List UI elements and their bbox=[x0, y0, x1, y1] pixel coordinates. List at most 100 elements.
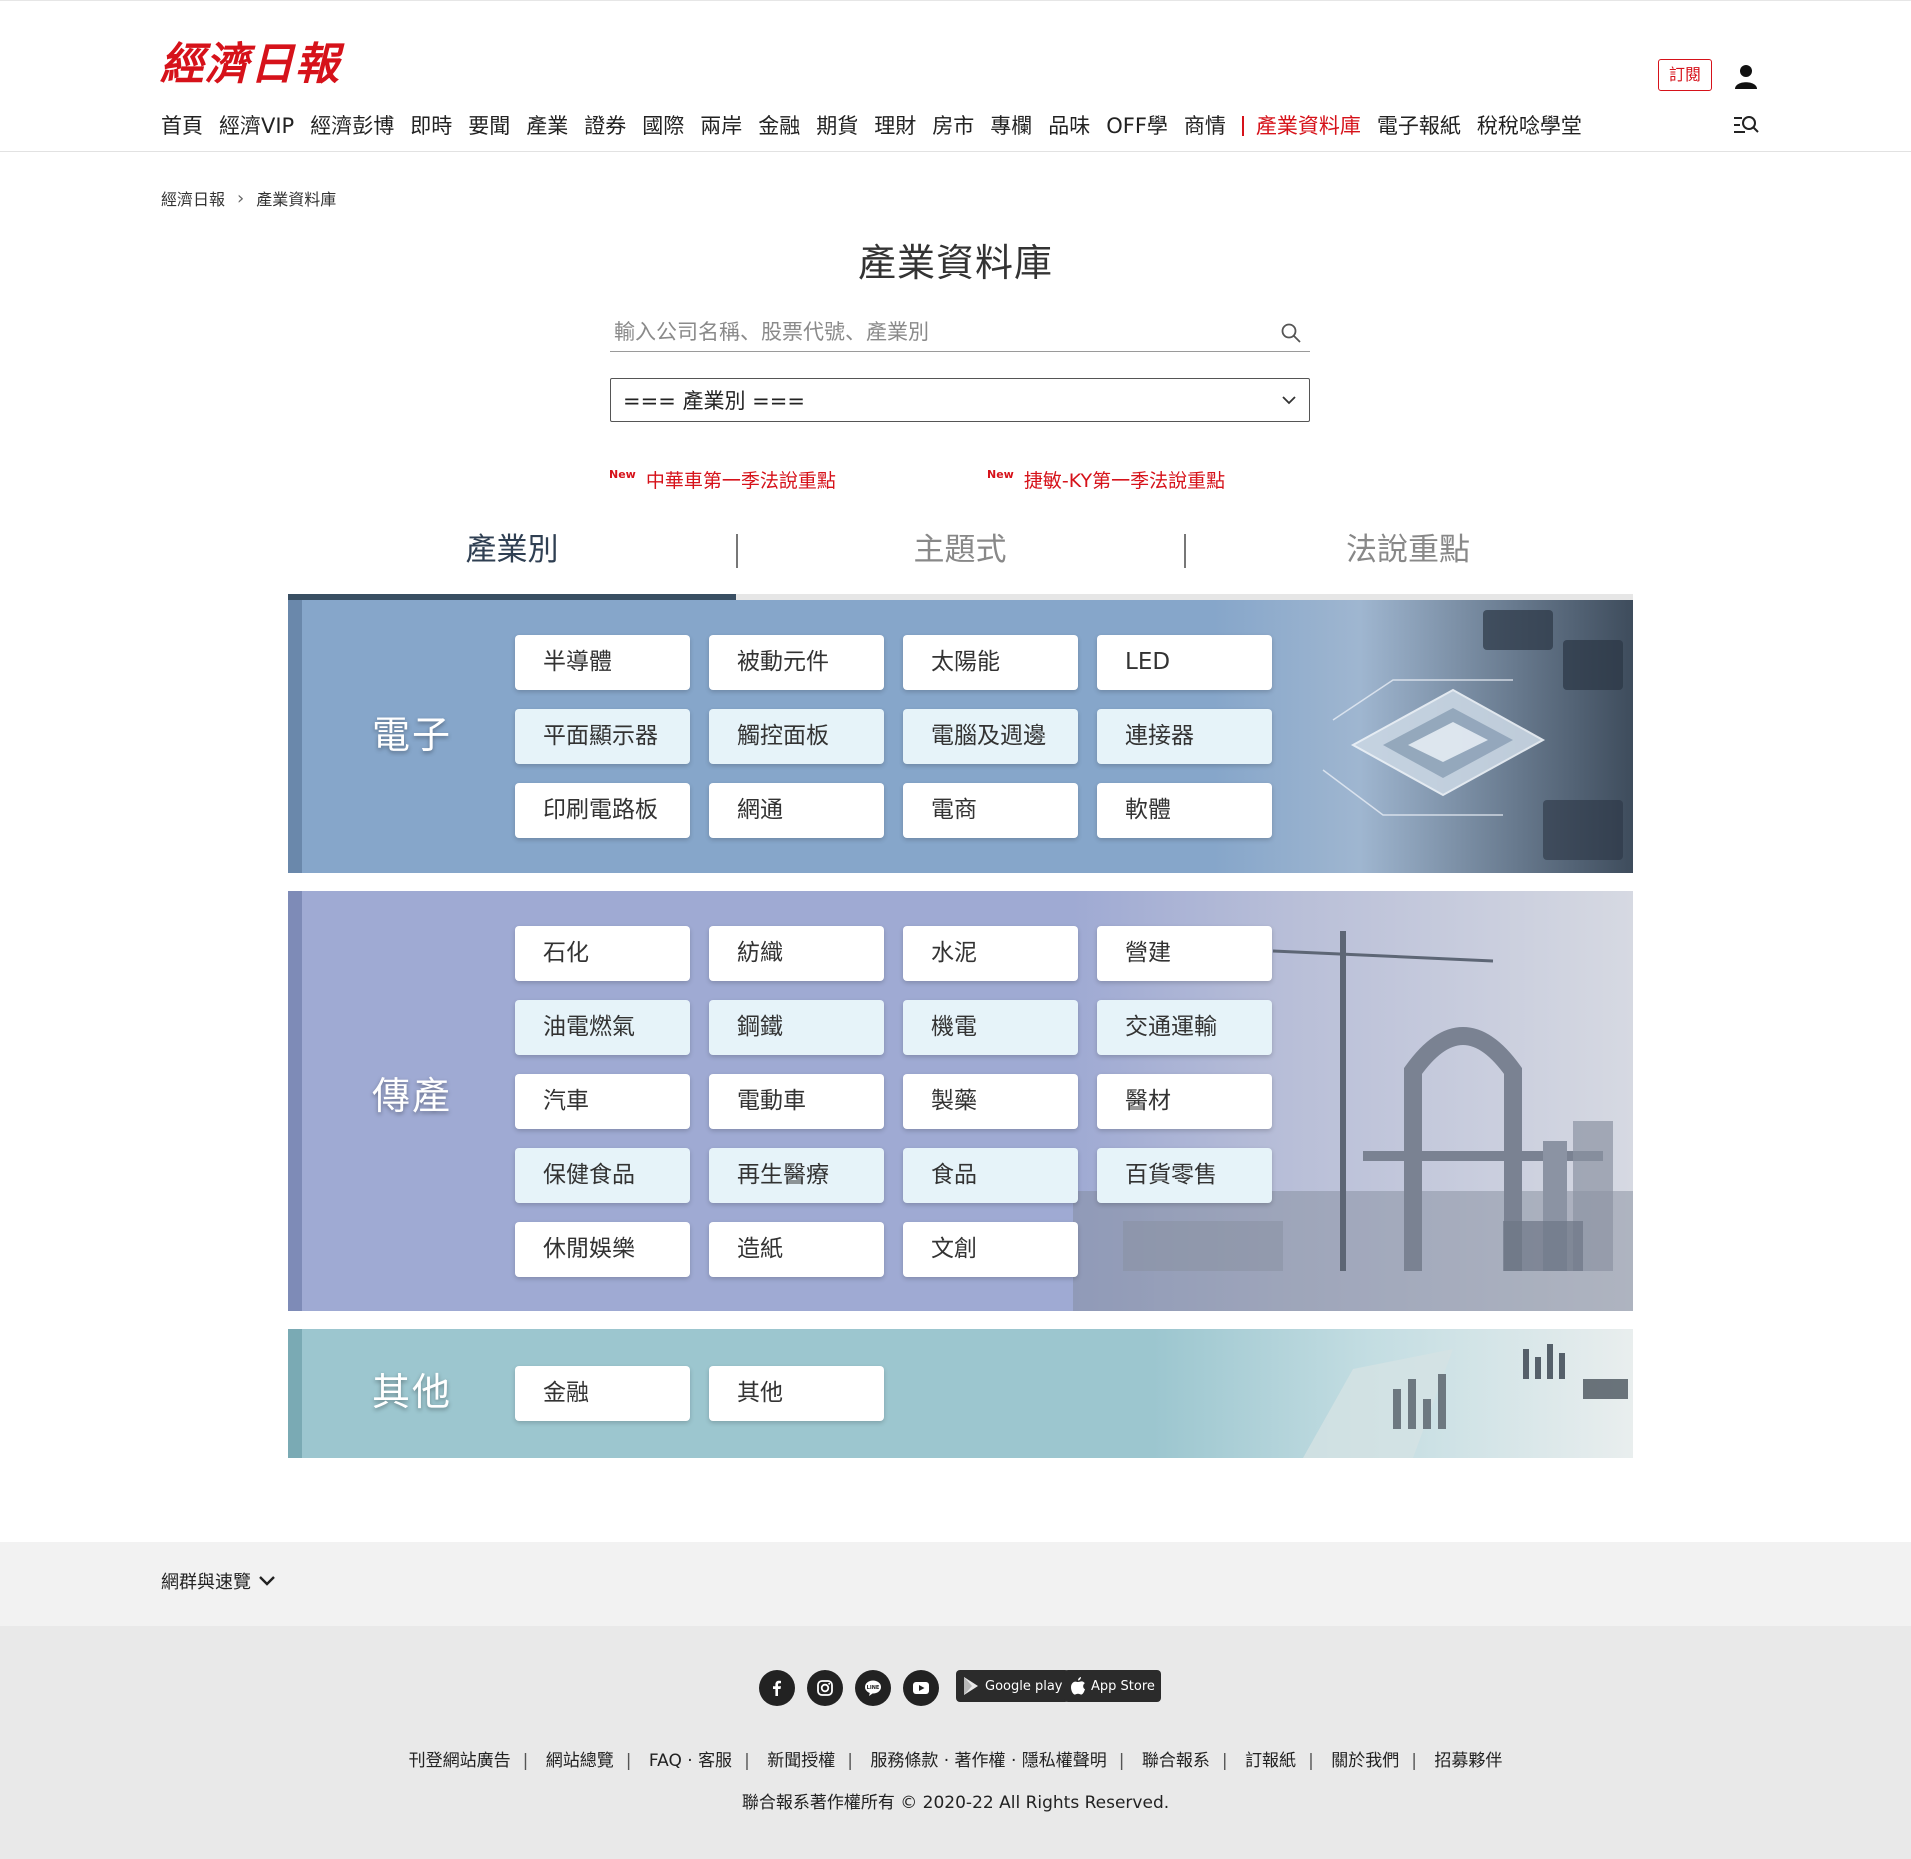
nav-item-international[interactable]: 國際 bbox=[642, 111, 684, 141]
category-button[interactable]: 文創 bbox=[903, 1222, 1078, 1277]
nav-item-e-paper[interactable]: 電子報紙 bbox=[1377, 111, 1461, 141]
category-button[interactable]: 食品 bbox=[903, 1148, 1078, 1203]
category-button[interactable]: 水泥 bbox=[903, 926, 1078, 981]
nav-item-cross-strait[interactable]: 兩岸 bbox=[700, 111, 742, 141]
page-title: 產業資料庫 bbox=[857, 241, 1053, 285]
footer-link[interactable]: 刊登網站廣告 bbox=[409, 1751, 511, 1771]
category-button[interactable]: 電商 bbox=[903, 783, 1078, 838]
category-button[interactable]: 營建 bbox=[1097, 926, 1272, 981]
new-badge: New bbox=[609, 468, 636, 481]
news-link[interactable]: New 捷敏-KY第一季法說重點 bbox=[987, 466, 1225, 493]
nav-item-industry[interactable]: 產業 bbox=[526, 111, 568, 141]
link-separator: | bbox=[847, 1751, 853, 1771]
svg-text:LINE: LINE bbox=[867, 1685, 880, 1691]
footer-link[interactable]: 招募夥伴 bbox=[1434, 1751, 1502, 1771]
category-button[interactable]: 油電燃氣 bbox=[515, 1000, 690, 1055]
app-store-badge[interactable]: App Store bbox=[1064, 1670, 1161, 1702]
category-button[interactable]: 電動車 bbox=[709, 1074, 884, 1129]
search-input[interactable] bbox=[610, 314, 1250, 350]
google-play-badge[interactable]: Google play bbox=[956, 1670, 1069, 1702]
category-button[interactable]: LED bbox=[1097, 635, 1272, 690]
tab-earnings-call[interactable]: 法說重點 bbox=[1184, 520, 1632, 580]
category-button[interactable]: 觸控面板 bbox=[709, 709, 884, 764]
footer-link[interactable]: 網站總覽 bbox=[546, 1751, 614, 1771]
footer-link[interactable]: 服務條款 · 著作權 · 隱私權聲明 bbox=[870, 1751, 1106, 1771]
category-button[interactable]: 其他 bbox=[709, 1366, 884, 1421]
footer-link[interactable]: 新聞授權 bbox=[767, 1751, 835, 1771]
category-button[interactable]: 汽車 bbox=[515, 1074, 690, 1129]
nav-item-tax-school[interactable]: 稅稅唸學堂 bbox=[1477, 111, 1582, 141]
nav-item-headlines[interactable]: 要聞 bbox=[468, 111, 510, 141]
search-icon[interactable] bbox=[1280, 322, 1302, 344]
category-button[interactable]: 半導體 bbox=[515, 635, 690, 690]
category-button[interactable]: 印刷電路板 bbox=[515, 783, 690, 838]
category-button[interactable]: 金融 bbox=[515, 1366, 690, 1421]
category-button[interactable]: 石化 bbox=[515, 926, 690, 981]
chevron-down-icon bbox=[259, 1576, 275, 1586]
breadcrumb-current[interactable]: 產業資料庫 bbox=[256, 186, 336, 210]
nav-item-business[interactable]: 商情 bbox=[1184, 111, 1226, 141]
category-button[interactable]: 機電 bbox=[903, 1000, 1078, 1055]
nav-item-futures[interactable]: 期貨 bbox=[816, 111, 858, 141]
nav-item-home[interactable]: 首頁 bbox=[161, 111, 203, 141]
nav-item-real-estate[interactable]: 房市 bbox=[932, 111, 974, 141]
category-button[interactable]: 交通運輸 bbox=[1097, 1000, 1272, 1055]
nav-item-off-learning[interactable]: OFF學 bbox=[1106, 111, 1168, 141]
category-button[interactable]: 再生醫療 bbox=[709, 1148, 884, 1203]
facebook-icon[interactable] bbox=[759, 1670, 795, 1706]
news-link-text[interactable]: 捷敏-KY第一季法說重點 bbox=[1024, 466, 1225, 493]
financial-chart-illustration bbox=[1153, 1329, 1633, 1458]
footer-link[interactable]: 訂報紙 bbox=[1245, 1751, 1296, 1771]
category-button[interactable]: 軟體 bbox=[1097, 783, 1272, 838]
category-button[interactable]: 休閒娛樂 bbox=[515, 1222, 690, 1277]
subscribe-button[interactable]: 訂閱 bbox=[1658, 59, 1712, 91]
nav-item-industry-database[interactable]: 產業資料庫 bbox=[1256, 111, 1361, 141]
category-button[interactable]: 被動元件 bbox=[709, 635, 884, 690]
category-button[interactable]: 平面顯示器 bbox=[515, 709, 690, 764]
category-tabs: 產業別 主題式 法說重點 bbox=[288, 520, 1633, 600]
link-separator: | bbox=[744, 1751, 750, 1771]
line-icon[interactable]: LINE bbox=[855, 1670, 891, 1706]
category-button[interactable]: 製藥 bbox=[903, 1074, 1078, 1129]
nav-item-finance[interactable]: 金融 bbox=[758, 111, 800, 141]
nav-item-column[interactable]: 專欄 bbox=[990, 111, 1032, 141]
nav-item-lifestyle[interactable]: 品味 bbox=[1048, 111, 1090, 141]
industry-select[interactable]: === 產業別 === bbox=[610, 378, 1310, 422]
category-button[interactable]: 連接器 bbox=[1097, 709, 1272, 764]
user-icon[interactable] bbox=[1732, 63, 1760, 91]
footer-link[interactable]: FAQ · 客服 bbox=[649, 1751, 732, 1771]
network-toggle[interactable]: 網群與速覽 bbox=[161, 1568, 277, 1594]
breadcrumb-home[interactable]: 經濟日報 bbox=[161, 186, 225, 210]
site-logo[interactable]: 經濟日報 bbox=[160, 37, 340, 93]
nav-item-realtime[interactable]: 即時 bbox=[410, 111, 452, 141]
footer-links: 刊登網站廣告 | 網站總覽 | FAQ · 客服 | 新聞授權 | 服務條款 · 著作權… bbox=[0, 1746, 1911, 1771]
section-accent-bar bbox=[288, 891, 302, 1311]
category-button[interactable]: 太陽能 bbox=[903, 635, 1078, 690]
youtube-icon[interactable] bbox=[903, 1670, 939, 1706]
category-button[interactable]: 造紙 bbox=[709, 1222, 884, 1277]
instagram-icon[interactable] bbox=[807, 1670, 843, 1706]
category-button[interactable]: 保健食品 bbox=[515, 1148, 690, 1203]
chip-illustration bbox=[1213, 600, 1633, 873]
tab-by-theme[interactable]: 主題式 bbox=[736, 520, 1184, 580]
news-link[interactable]: New 中華車第一季法說重點 bbox=[609, 466, 836, 493]
category-button[interactable]: 網通 bbox=[709, 783, 884, 838]
category-button[interactable]: 醫材 bbox=[1097, 1074, 1272, 1129]
nav-item-bloomberg[interactable]: 經濟彭博 bbox=[310, 111, 394, 141]
nav-item-vip[interactable]: 經濟VIP bbox=[219, 111, 294, 141]
category-button[interactable]: 鋼鐵 bbox=[709, 1000, 884, 1055]
category-button[interactable]: 百貨零售 bbox=[1097, 1148, 1272, 1203]
category-button[interactable]: 電腦及週邊 bbox=[903, 709, 1078, 764]
menu-search-icon[interactable] bbox=[1733, 113, 1759, 137]
nav-item-wealth[interactable]: 理財 bbox=[874, 111, 916, 141]
nav-separator bbox=[1241, 116, 1244, 136]
footer-link[interactable]: 聯合報系 bbox=[1142, 1751, 1210, 1771]
link-separator: | bbox=[1221, 1751, 1228, 1771]
link-separator: | bbox=[1411, 1751, 1417, 1771]
news-link-text[interactable]: 中華車第一季法說重點 bbox=[646, 466, 836, 493]
footer-link[interactable]: 關於我們 bbox=[1331, 1751, 1399, 1771]
tab-by-industry[interactable]: 產業別 bbox=[288, 520, 736, 580]
nav-item-securities[interactable]: 證券 bbox=[584, 111, 626, 141]
category-button[interactable]: 紡織 bbox=[709, 926, 884, 981]
network-toggle-label: 網群與速覽 bbox=[161, 1572, 251, 1593]
